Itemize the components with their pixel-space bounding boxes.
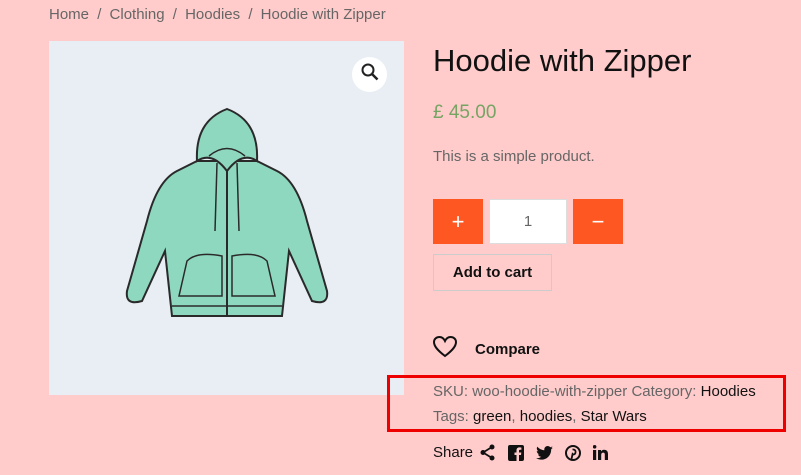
product-meta-sku-category: SKU: woo-hoodie-with-zipper Category: Ho… [433, 383, 756, 400]
heart-icon[interactable] [432, 335, 458, 362]
quantity-input[interactable] [489, 199, 567, 244]
add-to-cart-button[interactable]: Add to cart [433, 254, 552, 291]
breadcrumb-clothing[interactable]: Clothing [110, 6, 165, 23]
tags-label: Tags: [433, 408, 469, 425]
compare-button[interactable]: Compare [432, 335, 541, 362]
breadcrumb-hoodies[interactable]: Hoodies [185, 6, 240, 23]
tag-link[interactable]: green [473, 408, 511, 425]
share-icon[interactable] [479, 444, 496, 461]
pinterest-icon[interactable] [565, 444, 582, 461]
breadcrumb-separator: / [97, 6, 102, 23]
compare-label: Compare [475, 340, 541, 358]
category-link[interactable]: Hoodies [701, 383, 756, 400]
tag-link[interactable]: hoodies [520, 408, 573, 425]
breadcrumb-separator: / [172, 6, 177, 23]
increase-quantity-button[interactable]: + [433, 199, 483, 244]
product-meta-tags: Tags: green, hoodies, Star Wars [433, 408, 647, 425]
share-label: Share [433, 444, 474, 461]
product-price: £ 45.00 [433, 102, 497, 123]
breadcrumb-current: Hoodie with Zipper [260, 6, 386, 23]
share-bar: Share [433, 444, 609, 461]
hoodie-image [125, 107, 329, 317]
product-image[interactable] [49, 41, 404, 395]
product-description: This is a simple product. [433, 148, 595, 165]
tag-link[interactable]: Star Wars [581, 408, 647, 425]
product-title: Hoodie with Zipper [433, 43, 692, 78]
sku-value: woo-hoodie-with-zipper [472, 383, 628, 400]
facebook-icon[interactable] [508, 444, 525, 461]
twitter-icon[interactable] [536, 445, 553, 460]
magnifier-icon [361, 63, 379, 86]
decrease-quantity-button[interactable]: − [573, 199, 623, 244]
breadcrumb: Home / Clothing / Hoodies / Hoodie with … [49, 6, 386, 23]
sku-label: SKU: [433, 383, 469, 400]
breadcrumb-separator: / [248, 6, 253, 23]
quantity-stepper: + − [433, 199, 623, 244]
linkedin-icon[interactable] [593, 445, 609, 460]
category-label: Category: [631, 383, 697, 400]
breadcrumb-home[interactable]: Home [49, 6, 89, 23]
zoom-button[interactable] [352, 57, 387, 92]
